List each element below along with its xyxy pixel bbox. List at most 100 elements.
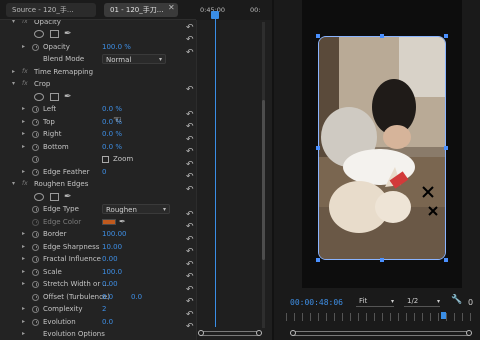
ellipse-mask-icon[interactable] [34,30,44,38]
edge-sharpness-value[interactable]: 10.00 [102,241,122,254]
fit-dropdown[interactable]: Fit ▾ [356,296,394,307]
close-tab-icon[interactable]: ✕ [168,3,175,12]
evolution-value[interactable]: 0.0 [102,316,113,329]
reset-icon[interactable]: ↶ [186,48,194,58]
property-row-edge-sharpness[interactable]: ▸ Edge Sharpness 10.00 [0,241,180,254]
stopwatch-icon[interactable] [32,118,39,126]
offset-y-value[interactable]: 0.0 [131,291,142,304]
transform-handle[interactable] [380,34,384,38]
fx-badge[interactable]: fx [22,66,28,79]
reset-icon[interactable]: ↶ [186,310,194,320]
stopwatch-icon[interactable] [32,168,39,176]
chevron-right-icon[interactable]: ▸ [22,316,25,329]
chevron-right-icon[interactable]: ▸ [22,128,25,141]
playhead-handle[interactable] [211,11,219,19]
stopwatch-icon[interactable] [32,318,39,326]
transform-handle[interactable] [444,146,448,150]
property-row-opacity[interactable]: ▸ Opacity 100.0 % [0,41,180,54]
ellipse-mask-icon[interactable] [34,92,44,101]
property-row-border[interactable]: ▸ Border 100.00 [0,228,180,241]
transform-handle[interactable] [444,34,448,38]
property-row-complexity[interactable]: ▸ Complexity 2 [0,303,180,316]
reset-icon[interactable]: ↶ [186,160,194,170]
crop-left-value[interactable]: 0.0 % [102,103,122,116]
chevron-right-icon[interactable]: ▸ [22,278,25,291]
effect-header-roughen-edges[interactable]: ▾ fx Roughen Edges [0,178,180,191]
tab-source[interactable]: Source - 120_手... [6,3,96,17]
rectangle-mask-icon[interactable] [50,92,59,101]
chevron-down-icon[interactable]: ▾ [12,178,15,191]
chevron-right-icon[interactable]: ▸ [12,66,15,79]
chevron-right-icon[interactable]: ▸ [22,266,25,279]
stopwatch-icon[interactable] [32,231,39,238]
border-value[interactable]: 100.00 [102,228,127,241]
transform-handle[interactable] [316,258,320,262]
chevron-right-icon[interactable]: ▸ [22,328,25,340]
stopwatch-icon[interactable] [32,293,39,301]
reset-icon[interactable]: ↶ [186,122,194,132]
transform-handle[interactable] [444,258,448,262]
zoom-checkbox[interactable] [102,156,109,163]
edge-color-swatch[interactable] [102,218,116,225]
rectangle-mask-icon[interactable] [50,192,59,201]
stretch-width-value[interactable]: 0.00 [102,278,118,291]
eyedropper-icon[interactable]: ✒ [119,216,126,229]
rectangle-mask-icon[interactable] [50,30,59,38]
ellipse-mask-icon[interactable] [34,192,44,201]
property-row-crop-left[interactable]: ▸ Left 0.0 % [0,103,180,116]
fx-badge[interactable]: fx [22,78,28,91]
monitor-time-ruler[interactable] [286,313,476,321]
opacity-value[interactable]: 100.0 % [102,41,131,54]
reset-icon[interactable]: ↶ [186,23,194,33]
property-row-evolution-options[interactable]: ▸ Evolution Options [0,328,180,340]
property-row-crop-bottom[interactable]: ▸ Bottom 0.0 % [0,141,180,154]
chevron-right-icon[interactable]: ▸ [22,141,25,154]
chevron-right-icon[interactable]: ▸ [22,41,25,54]
zoom-handle-right[interactable] [466,330,472,336]
property-row-fractal-influence[interactable]: ▸ Fractal Influence 0.00 [0,253,180,266]
reset-icon[interactable]: ↶ [186,260,194,270]
playhead-timecode[interactable]: 00:00:48:06 [290,298,343,307]
chevron-right-icon[interactable]: ▸ [22,166,25,179]
complexity-value[interactable]: 2 [102,303,106,316]
reset-icon[interactable]: ↶ [186,35,194,45]
crop-bottom-value[interactable]: 0.0 % [102,141,122,154]
reset-icon[interactable]: ↶ [186,247,194,257]
pen-mask-icon[interactable]: ✒ [64,91,72,104]
monitor-zoom-scrollbar[interactable] [290,330,472,336]
reset-icon[interactable]: ↶ [186,222,194,232]
zoom-handle-right[interactable] [256,330,262,336]
reset-icon[interactable]: ↶ [186,110,194,120]
stopwatch-icon[interactable] [32,206,39,213]
blend-mode-dropdown[interactable]: Normal ▾ [102,54,166,64]
fx-badge[interactable]: fx [22,178,28,191]
property-row-stretch-width[interactable]: ▸ Stretch Width or ... 0.00 [0,278,180,291]
chevron-right-icon[interactable]: ▸ [22,241,25,254]
stopwatch-icon[interactable] [32,256,39,263]
reset-icon[interactable]: ↶ [186,147,194,157]
reset-icon[interactable]: ↶ [186,297,194,307]
transform-handle[interactable] [380,258,384,262]
scale-value[interactable]: 100.0 [102,266,122,279]
chevron-right-icon[interactable]: ▸ [22,253,25,266]
property-row-zoom[interactable]: Zoom [0,153,180,166]
stopwatch-icon[interactable] [32,156,39,163]
resolution-dropdown[interactable]: 1/2 ▾ [404,296,440,307]
effect-controls-timeline[interactable] [196,20,272,340]
timeline-zoom-scrollbar[interactable] [198,330,262,336]
stopwatch-icon[interactable] [32,143,39,151]
monitor-playhead[interactable] [441,312,446,319]
transform-handle[interactable] [316,146,320,150]
effect-header-crop[interactable]: ▾ fx Crop [0,78,180,91]
chevron-right-icon[interactable]: ▸ [22,116,25,129]
crop-right-value[interactable]: 0.0 % [102,128,122,141]
reset-icon[interactable]: ↶ [186,185,194,195]
property-row-crop-top[interactable]: ▸ Top 0.0 % [0,116,180,129]
edge-type-dropdown[interactable]: Roughen ▾ [102,204,170,214]
property-row-offset-turbulence[interactable]: Offset (Turbulence) 0.0 0.0 [0,291,180,304]
panel-scrollbar-thumb[interactable] [262,100,265,260]
property-row-edge-feather[interactable]: ▸ Edge Feather 0 [0,166,180,179]
wrench-icon[interactable]: 🔧 [451,295,462,305]
edge-feather-value[interactable]: 0 [102,166,106,179]
reset-icon[interactable]: ↶ [186,85,194,95]
